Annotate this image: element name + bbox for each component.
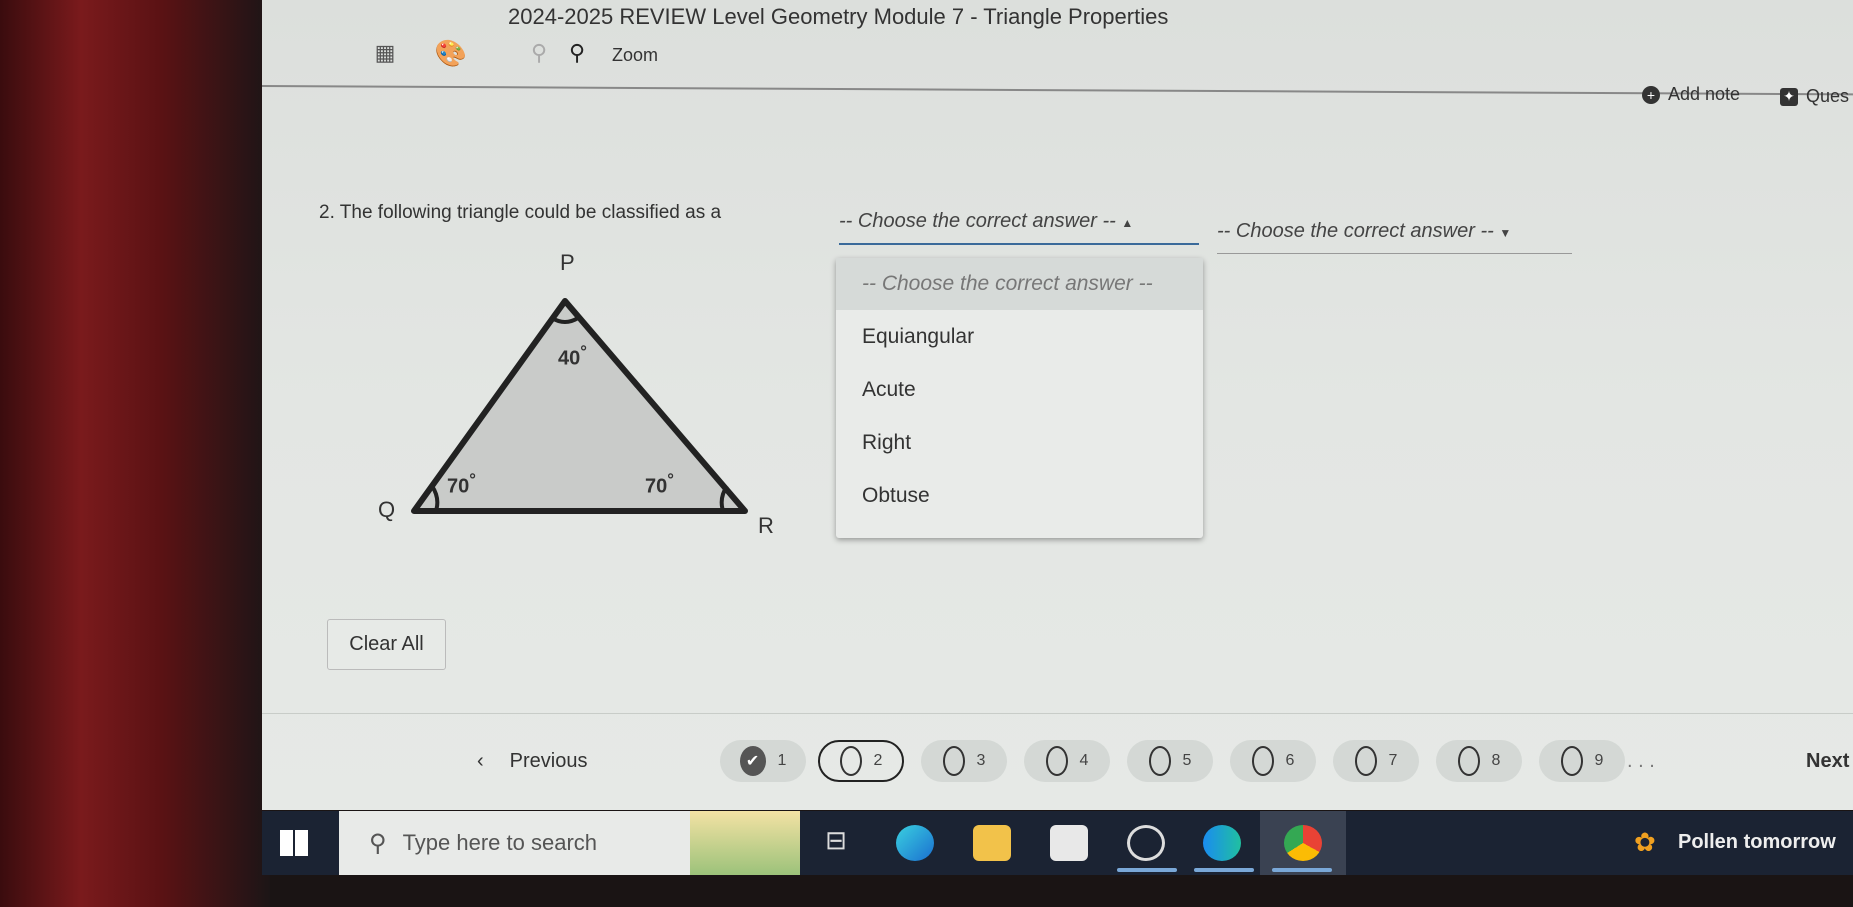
circle-icon: [1148, 746, 1171, 776]
page-number: 6: [1285, 752, 1295, 769]
microsoft-store-icon[interactable]: [1050, 825, 1088, 861]
webex-icon[interactable]: [1203, 825, 1241, 861]
palette-icon[interactable]: 🎨: [435, 38, 467, 68]
windows-start-icon[interactable]: [280, 830, 308, 856]
calculator-icon[interactable]: ▦: [372, 40, 398, 66]
more-pages[interactable]: . . .: [1627, 742, 1655, 780]
app-circle-icon[interactable]: [1127, 825, 1165, 861]
circle-icon: [839, 746, 862, 776]
page-number: 2: [873, 752, 883, 769]
circle-icon: [1457, 746, 1480, 776]
page-number: 3: [976, 752, 986, 769]
page-5[interactable]: 5: [1127, 740, 1213, 782]
page-number: 1: [777, 752, 787, 769]
background-photo: [0, 0, 270, 907]
clear-all-button[interactable]: Clear All: [327, 619, 446, 670]
caret-down-icon: ▼: [1499, 226, 1512, 240]
search-placeholder: Type here to search: [402, 830, 598, 855]
vertex-label-r: R: [758, 513, 774, 538]
taskbar-search[interactable]: ⚲ Type here to search: [339, 811, 800, 875]
previous-button[interactable]: ‹ Previous: [477, 742, 587, 780]
add-note-label: Add note: [1668, 84, 1741, 104]
page-1[interactable]: ✔ 1: [720, 740, 806, 782]
taskbar: ⚲ Type here to search ⊟ ✿ Pollen tomorro…: [262, 811, 1853, 875]
option-acute[interactable]: Acute: [836, 363, 1203, 416]
circle-icon: [1045, 746, 1068, 776]
page-7[interactable]: 7: [1333, 740, 1419, 782]
plus-circle-icon: +: [1642, 85, 1660, 104]
task-view-icon[interactable]: ⊟: [817, 825, 855, 861]
running-indicator: [1272, 868, 1332, 872]
page-number: 7: [1388, 752, 1398, 769]
page-number: 9: [1594, 752, 1604, 769]
app-window: 2024-2025 REVIEW Level Geometry Module 7…: [261, 0, 1853, 810]
circle-icon: [1251, 746, 1274, 776]
previous-label: Previous: [509, 749, 588, 772]
divider: [262, 713, 1853, 714]
caret-up-icon: ▲: [1121, 216, 1134, 230]
option-placeholder[interactable]: -- Choose the correct answer --: [836, 258, 1203, 310]
check-circle-icon: ✔: [739, 746, 766, 776]
circle-icon: [1560, 746, 1583, 776]
circle-icon: [1354, 746, 1377, 776]
question-button[interactable]: ✦ Ques: [1780, 86, 1849, 107]
angle-label-p: 40°: [558, 342, 587, 370]
option-equiangular[interactable]: Equiangular: [836, 310, 1203, 363]
file-explorer-icon[interactable]: [973, 825, 1011, 861]
vertex-label-p: P: [560, 250, 575, 275]
toolbar-divider: [261, 85, 1853, 96]
zoom-out-icon[interactable]: ⚲: [526, 40, 552, 66]
circle-icon: [942, 746, 965, 776]
zoom-label: Zoom: [612, 45, 659, 65]
chrome-icon[interactable]: [1284, 825, 1322, 861]
question-flag-icon: ✦: [1780, 87, 1798, 106]
page-6[interactable]: 6: [1230, 740, 1316, 782]
angle-label-r: 70°: [645, 470, 674, 498]
search-highlight-image: [690, 811, 800, 875]
page-8[interactable]: 8: [1436, 740, 1522, 782]
chevron-left-icon: ‹: [477, 749, 484, 772]
running-indicator: [1194, 868, 1254, 872]
weather-text[interactable]: Pollen tomorrow: [1678, 831, 1836, 854]
page-title: 2024-2025 REVIEW Level Geometry Module 7…: [508, 4, 1169, 29]
page-2[interactable]: 2: [818, 740, 904, 782]
angle-label-q: 70°: [447, 470, 476, 498]
option-obtuse[interactable]: Obtuse: [836, 469, 1203, 522]
answer-dropdown-2[interactable]: -- Choose the correct answer -- ▼: [1217, 220, 1572, 254]
page-number: 8: [1491, 752, 1501, 769]
answer-dropdown-1[interactable]: -- Choose the correct answer -- ▲: [839, 210, 1199, 245]
zoom-in-icon[interactable]: ⚲: [564, 40, 590, 66]
page-number: 4: [1079, 752, 1089, 769]
pollen-weather-icon[interactable]: ✿: [1634, 827, 1656, 858]
page-4[interactable]: 4: [1024, 740, 1110, 782]
search-icon: ⚲: [369, 829, 387, 857]
dropdown-2-value: -- Choose the correct answer --: [1217, 220, 1494, 242]
next-button[interactable]: Next: [1806, 742, 1849, 780]
add-note-button[interactable]: + Add note: [1642, 84, 1740, 105]
question-text: 2. The following triangle could be class…: [319, 202, 722, 223]
page-9[interactable]: 9: [1539, 740, 1625, 782]
triangle-figure: [411, 298, 748, 514]
dropdown-menu: -- Choose the correct answer -- Equiangu…: [836, 258, 1203, 538]
running-indicator: [1117, 868, 1177, 872]
dropdown-1-value: -- Choose the correct answer --: [839, 210, 1116, 232]
vertex-label-q: Q: [378, 497, 396, 522]
page-number: 5: [1182, 752, 1192, 769]
page-3[interactable]: 3: [921, 740, 1007, 782]
question-label: Ques: [1806, 86, 1850, 106]
option-right[interactable]: Right: [836, 416, 1203, 469]
edge-icon[interactable]: [896, 825, 934, 861]
